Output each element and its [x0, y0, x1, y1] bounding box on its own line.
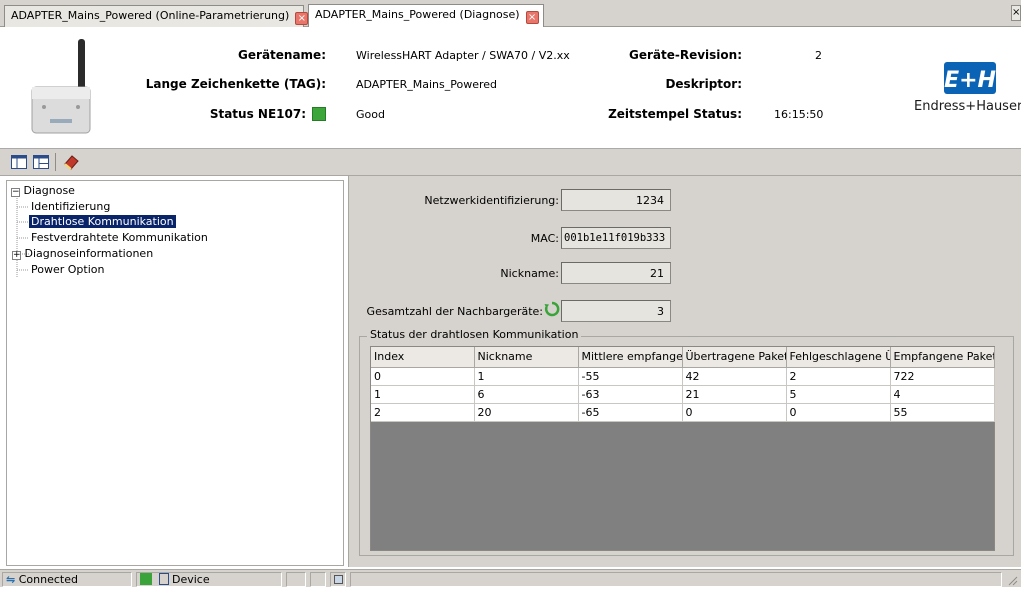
status-ne107-label-text: Status NE107: — [209, 107, 306, 121]
table-row[interactable]: 2 20 -65 0 0 55 — [371, 403, 995, 422]
nickname-label: Nickname: — [500, 267, 559, 280]
zeitstempel-label: Zeitstempel Status: — [608, 107, 742, 121]
tree-item-identifizierung[interactable]: Identifizierung — [31, 200, 110, 213]
computer-icon — [334, 575, 343, 584]
column-header[interactable]: Fehlgeschlagene Ü — [786, 347, 891, 368]
deskriptor-label: Deskriptor: — [665, 77, 742, 91]
tree-item-diagnoseinformationen[interactable]: + Diagnoseinformationen — [12, 247, 153, 260]
column-header[interactable]: Empfangene Paket — [890, 347, 995, 368]
column-header[interactable]: Übertragene Paket — [682, 347, 787, 368]
table-cell: 0 — [786, 403, 891, 422]
table-empty-area — [371, 421, 994, 550]
status-cell-icon — [330, 572, 346, 587]
mac-field: 001b1e11f019b333 — [561, 227, 671, 249]
table-cell: 722 — [890, 367, 995, 386]
status-cell-main — [350, 572, 1002, 587]
tree-item-label: Diagnose — [23, 184, 75, 197]
device-header: Gerätename: WirelessHART Adapter / SWA70… — [0, 27, 1021, 149]
tab-bar: ADAPTER_Mains_Powered (Online-Parametrie… — [0, 0, 1021, 28]
table-cell: 2 — [371, 403, 475, 422]
device-icon — [158, 573, 169, 585]
tab-label: ADAPTER_Mains_Powered (Online-Parametrie… — [11, 9, 290, 22]
mac-label: MAC: — [530, 232, 559, 245]
status-ne107-label: Status NE107: — [170, 107, 326, 121]
layout-single-icon[interactable] — [10, 153, 28, 171]
table-cell: 1 — [474, 367, 579, 386]
column-header[interactable]: Mittlere empfange — [578, 347, 683, 368]
table-cell: 0 — [682, 403, 787, 422]
group-title: Status der drahtlosen Kommunikation — [367, 328, 582, 341]
close-view-icon[interactable]: × — [1011, 5, 1021, 21]
status-connected-text: Connected — [18, 573, 78, 586]
table-cell: 1 — [371, 385, 475, 404]
nachbar-field: 3 — [561, 300, 671, 322]
status-cell-empty — [286, 572, 306, 587]
table-cell: 5 — [786, 385, 891, 404]
column-header[interactable]: Nickname — [474, 347, 579, 368]
tab-label: ADAPTER_Mains_Powered (Diagnose) — [315, 8, 520, 21]
refresh-icon[interactable] — [544, 301, 560, 317]
table-cell: 4 — [890, 385, 995, 404]
status-device-text: Device — [172, 573, 210, 586]
geraetename-label: Gerätename: — [238, 48, 326, 62]
collapse-icon[interactable]: − — [11, 188, 20, 197]
status-good-icon — [312, 107, 326, 121]
logo-text: E+H — [944, 68, 996, 93]
netzwerk-label: Netzwerkidentifizierung: — [424, 194, 559, 207]
table-cell: 0 — [371, 367, 475, 386]
table-cell: 6 — [474, 385, 579, 404]
resize-grip-icon[interactable] — [1006, 574, 1018, 586]
tab-diagnose[interactable]: ADAPTER_Mains_Powered (Diagnose) × — [308, 4, 544, 28]
tree-item-drahtlose-kommunikation[interactable]: Drahtlose Kommunikation — [29, 215, 176, 228]
network-connected-icon: ⇋ — [6, 573, 16, 586]
table-cell: 55 — [890, 403, 995, 422]
tab-close-icon[interactable]: × — [525, 11, 539, 24]
toolbar-separator — [55, 153, 56, 171]
geraetename-value: WirelessHART Adapter / SWA70 / V2.xx — [356, 49, 570, 62]
help-book-icon[interactable] — [62, 153, 80, 171]
table-cell: -55 — [578, 367, 683, 386]
table-cell: 20 — [474, 403, 579, 422]
table-cell: -63 — [578, 385, 683, 404]
tab-close-icon[interactable]: × — [295, 12, 309, 25]
table-cell: 2 — [786, 367, 891, 386]
tab-online-parametrierung[interactable]: ADAPTER_Mains_Powered (Online-Parametrie… — [4, 5, 309, 27]
status-connected: ⇋ Connected — [2, 572, 132, 587]
layout-split-icon[interactable] — [32, 153, 50, 171]
netzwerk-field: 1234 — [561, 189, 671, 211]
table-row[interactable]: 1 6 -63 21 5 4 — [371, 385, 995, 404]
revision-label: Geräte-Revision: — [628, 48, 742, 62]
tag-label: Lange Zeichenkette (TAG): — [145, 77, 326, 91]
tree-item-diagnose[interactable]: − Diagnose — [11, 184, 75, 197]
brand-name: Endress+Hauser — [914, 99, 1021, 114]
toolbar — [0, 149, 1021, 176]
status-cell-empty — [310, 572, 326, 587]
table-cell: 21 — [682, 385, 787, 404]
expand-icon[interactable]: + — [12, 251, 21, 260]
zeitstempel-value: 16:15:50 — [774, 108, 824, 121]
nachbar-label: Gesamtzahl der Nachbargeräte: — [366, 305, 543, 318]
status-bar: ⇋ Connected Device — [0, 569, 1021, 587]
tree-item-power-option[interactable]: Power Option — [31, 263, 104, 276]
table-cell: 42 — [682, 367, 787, 386]
tag-value: ADAPTER_Mains_Powered — [356, 78, 498, 91]
nickname-field: 21 — [561, 262, 671, 284]
table-cell: -65 — [578, 403, 683, 422]
status-device: Device — [136, 572, 282, 587]
tree-item-festverdrahtete-kommunikation[interactable]: Festverdrahtete Kommunikation — [31, 231, 208, 244]
revision-value: 2 — [815, 49, 822, 62]
endress-hauser-logo: E+H — [944, 62, 996, 94]
navigation-tree: − Diagnose Identifizierung Drahtlose Kom… — [6, 180, 344, 566]
column-header[interactable]: Index — [371, 347, 475, 368]
wireless-status-table: Index Nickname Mittlere empfange Übertra… — [370, 346, 995, 551]
device-image — [31, 39, 91, 134]
table-header-row: Index Nickname Mittlere empfange Übertra… — [371, 347, 995, 368]
tree-item-label: Diagnoseinformationen — [24, 247, 154, 260]
table-row[interactable]: 0 1 -55 42 2 722 — [371, 367, 995, 386]
status-ne107-value: Good — [356, 108, 385, 121]
sync-icon — [140, 573, 152, 585]
